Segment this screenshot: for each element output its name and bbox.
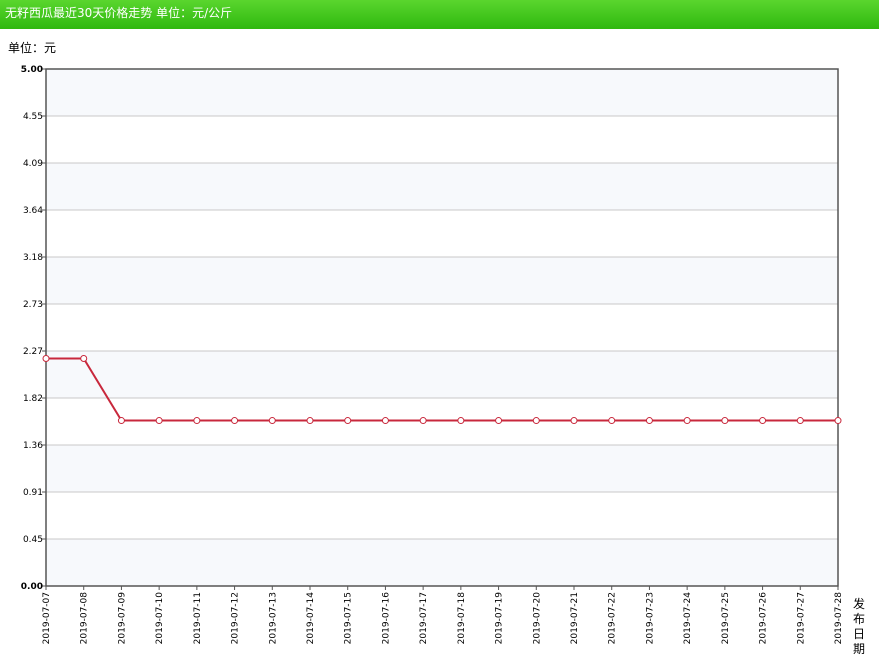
plot-band [46, 257, 838, 304]
x-tick-label: 2019-07-08 [80, 592, 90, 645]
x-tick-label: 2019-07-13 [268, 592, 278, 644]
data-point[interactable] [117, 417, 125, 425]
data-point[interactable] [645, 417, 653, 425]
y-tick-label: 1.36 [23, 441, 43, 451]
x-tick-label: 2019-07-14 [306, 592, 316, 645]
data-point[interactable] [80, 355, 88, 363]
x-tick-label: 2019-07-11 [193, 592, 203, 644]
plot-band [46, 69, 838, 116]
data-point[interactable] [231, 417, 239, 425]
data-point[interactable] [419, 417, 427, 425]
data-point[interactable] [306, 417, 314, 425]
data-point[interactable] [495, 417, 503, 425]
x-tick-label: 2019-07-18 [457, 592, 467, 645]
y-tick-label: 5.00 [21, 65, 43, 75]
data-point[interactable] [268, 417, 276, 425]
plot-band [46, 351, 838, 398]
data-point[interactable] [796, 417, 804, 425]
x-tick-label: 2019-07-22 [608, 592, 618, 644]
y-tick-label: 0.00 [21, 582, 43, 592]
x-tick-label: 2019-07-24 [683, 592, 693, 645]
data-point[interactable] [42, 355, 50, 363]
plot-band [46, 445, 838, 492]
x-tick-label: 2019-07-23 [645, 592, 655, 644]
data-point[interactable] [570, 417, 578, 425]
x-axis-title: 发布日期 [852, 597, 865, 656]
x-tick-label: 2019-07-10 [155, 592, 165, 645]
x-tick-label: 2019-07-09 [117, 592, 127, 645]
data-point[interactable] [683, 417, 691, 425]
x-tick-label: 2019-07-17 [419, 592, 429, 644]
x-tick-label: 2019-07-28 [834, 592, 844, 645]
data-point[interactable] [344, 417, 352, 425]
x-tick-label: 2019-07-27 [796, 592, 806, 644]
data-point[interactable] [381, 417, 389, 425]
y-tick-label: 4.09 [23, 159, 43, 169]
x-tick-label: 2019-07-07 [42, 592, 52, 644]
data-point[interactable] [721, 417, 729, 425]
plot-frame [45, 68, 839, 587]
y-tick-label: 0.45 [23, 535, 43, 545]
y-tick-label: 4.55 [23, 112, 43, 122]
plot-band [46, 539, 838, 586]
data-point[interactable] [532, 417, 540, 425]
data-point[interactable] [457, 417, 465, 425]
y-tick-label: 3.64 [23, 206, 43, 216]
y-tick-label: 2.73 [23, 300, 43, 310]
price-line-chart: 0.00 0.45 0.91 1.36 1.82 2.27 2.73 3.18 3.64 4.09… [21, 65, 844, 644]
x-tick-label: 2019-07-19 [495, 592, 505, 645]
x-axis-ticks: 2019-07-07 2019-07-08 2019-07-09 2019-07-10… [42, 586, 844, 644]
x-tick-label: 2019-07-20 [532, 592, 542, 645]
x-tick-label: 2019-07-25 [721, 592, 731, 644]
y-tick-label: 3.18 [23, 253, 43, 263]
x-tick-label: 2019-07-16 [381, 592, 391, 645]
data-point[interactable] [834, 417, 842, 425]
y-tick-label: 1.82 [23, 394, 43, 404]
data-point[interactable] [759, 417, 767, 425]
plot-bands [46, 69, 838, 586]
data-point[interactable] [608, 417, 616, 425]
data-point[interactable] [193, 417, 201, 425]
x-tick-label: 2019-07-15 [344, 592, 354, 644]
x-tick-label: 2019-07-21 [570, 592, 580, 644]
x-tick-label: 2019-07-12 [231, 592, 241, 644]
plot-band [46, 163, 838, 210]
y-tick-label: 2.27 [23, 347, 43, 357]
y-tick-label: 0.91 [23, 488, 43, 498]
data-point[interactable] [155, 417, 163, 425]
x-tick-label: 2019-07-26 [759, 592, 769, 645]
y-axis-ticks: 0.00 0.45 0.91 1.36 1.82 2.27 2.73 3.18 3.64 4.09… [21, 65, 46, 592]
